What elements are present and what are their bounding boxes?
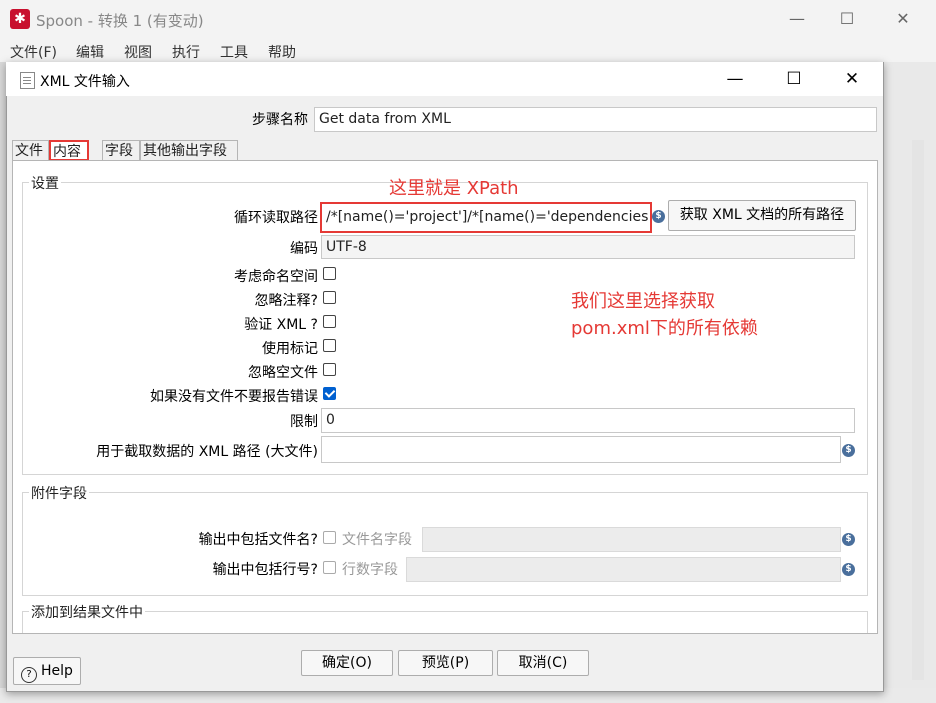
- main-maximize-button[interactable]: ☐: [824, 0, 870, 38]
- ignore-empty-file-checkbox[interactable]: [323, 363, 336, 376]
- dialog-close-button[interactable]: ✕: [823, 62, 881, 96]
- result-files-group: [22, 611, 868, 633]
- loop-path-input[interactable]: /*[name()='project']/*[name()='dependenc…: [320, 202, 652, 233]
- limit-label: 限制: [290, 414, 318, 430]
- menu-file[interactable]: 文件(F): [10, 42, 57, 62]
- dialog-document-icon: [20, 72, 35, 89]
- use-token-label: 使用标记: [262, 341, 318, 357]
- main-minimize-button[interactable]: —: [774, 0, 820, 38]
- dependencies-annotation-line1: 我们这里选择获取: [571, 291, 715, 312]
- cancel-button[interactable]: 取消(C): [497, 650, 589, 676]
- main-close-button[interactable]: ✕: [880, 0, 926, 38]
- prune-path-label: 用于截取数据的 XML 路径 (大文件): [96, 444, 318, 460]
- encoding-select[interactable]: UTF-8: [321, 235, 855, 259]
- rownum-field-input[interactable]: [406, 557, 841, 582]
- dialog-maximize-button[interactable]: ☐: [765, 62, 823, 96]
- use-token-checkbox[interactable]: [323, 339, 336, 352]
- result-files-title: 添加到结果文件中: [29, 602, 145, 622]
- tab-file[interactable]: 文件: [12, 140, 49, 161]
- tab-content[interactable]: 内容: [49, 140, 89, 161]
- encoding-label: 编码: [290, 241, 318, 257]
- prune-path-input[interactable]: [321, 436, 841, 463]
- menu-run[interactable]: 执行: [172, 42, 200, 62]
- no-file-error-label: 如果没有文件不要报告错误: [150, 389, 318, 405]
- loop-path-label: 循环读取路径: [234, 210, 318, 226]
- ok-button[interactable]: 确定(O): [301, 650, 393, 676]
- menu-view[interactable]: 视图: [124, 42, 152, 62]
- filename-field-input[interactable]: [422, 527, 841, 552]
- limit-input[interactable]: 0: [321, 408, 855, 433]
- help-icon: ?: [21, 667, 38, 683]
- spoon-app-icon: ✱: [10, 9, 30, 29]
- dialog-minimize-button[interactable]: —: [706, 62, 764, 96]
- namespace-checkbox[interactable]: [323, 267, 336, 280]
- variable-icon[interactable]: $: [842, 533, 855, 546]
- preview-button[interactable]: 预览(P): [398, 650, 493, 676]
- menu-tools[interactable]: 工具: [220, 42, 248, 62]
- ignore-comments-checkbox[interactable]: [323, 291, 336, 304]
- get-xml-paths-button[interactable]: 获取 XML 文档的所有路径: [668, 200, 856, 231]
- help-button-label: Help: [41, 663, 73, 679]
- main-window-title: Spoon - 转换 1 (有变动): [36, 12, 204, 30]
- step-name-label: 步骤名称: [252, 112, 308, 128]
- no-file-error-checkbox[interactable]: [323, 387, 336, 400]
- variable-icon[interactable]: $: [652, 210, 665, 223]
- filename-field-label: 文件名字段: [342, 532, 412, 548]
- tab-fields[interactable]: 字段: [102, 140, 140, 161]
- help-button[interactable]: ? Help: [13, 657, 81, 685]
- menu-edit[interactable]: 编辑: [76, 42, 104, 62]
- dependencies-annotation-line2: pom.xml下的所有依赖: [571, 318, 758, 339]
- include-filename-label: 输出中包括文件名?: [198, 532, 318, 548]
- canvas-area: [882, 62, 936, 703]
- validate-xml-checkbox[interactable]: [323, 315, 336, 328]
- rownum-field-label: 行数字段: [342, 562, 398, 578]
- variable-icon[interactable]: $: [842, 563, 855, 576]
- include-filename-checkbox[interactable]: [323, 531, 336, 544]
- settings-group-title: 设置: [29, 173, 61, 193]
- variable-icon[interactable]: $: [842, 444, 855, 457]
- canvas-scrollbar[interactable]: [912, 140, 924, 680]
- include-rownum-checkbox[interactable]: [323, 561, 336, 574]
- dialog-title: XML 文件输入: [40, 74, 130, 90]
- ignore-empty-file-label: 忽略空文件: [248, 365, 318, 381]
- include-rownum-label: 输出中包括行号?: [212, 562, 318, 578]
- ignore-comments-label: 忽略注释?: [254, 293, 318, 309]
- additional-fields-title: 附件字段: [29, 483, 89, 503]
- tab-other-output-fields[interactable]: 其他输出字段: [140, 140, 238, 161]
- xpath-annotation: 这里就是 XPath: [389, 178, 519, 199]
- validate-xml-label: 验证 XML ?: [244, 317, 318, 333]
- step-name-input[interactable]: Get data from XML: [314, 107, 877, 132]
- namespace-label: 考虑命名空间: [234, 269, 318, 285]
- menu-help[interactable]: 帮助: [268, 42, 296, 62]
